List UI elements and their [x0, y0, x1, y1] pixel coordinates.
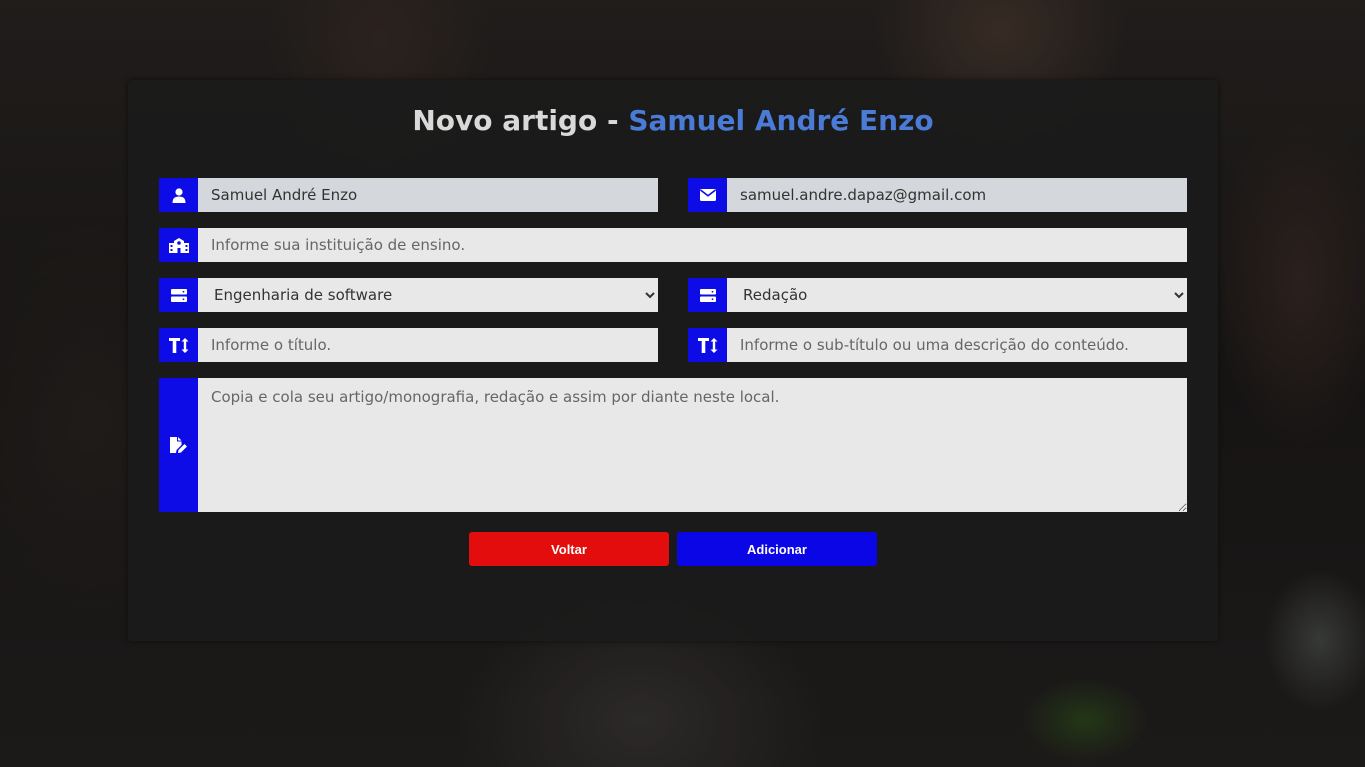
institution-input[interactable]	[198, 228, 1187, 262]
text-height-icon	[688, 328, 727, 362]
title-prefix: Novo artigo -	[412, 104, 629, 137]
email-field-group	[688, 178, 1187, 212]
server-icon	[159, 278, 198, 312]
back-button[interactable]: Voltar	[469, 532, 669, 566]
title-author-name: Samuel André Enzo	[628, 104, 934, 137]
article-form-card: Novo artigo - Samuel André Enzo Engenhar…	[128, 80, 1218, 641]
institution-field-group	[159, 228, 1187, 262]
server-icon	[688, 278, 727, 312]
area-select[interactable]: Engenharia de software	[198, 278, 658, 312]
type-field-group: Redação	[688, 278, 1187, 312]
email-input[interactable]	[727, 178, 1187, 212]
envelope-icon	[688, 178, 727, 212]
add-button[interactable]: Adicionar	[677, 532, 877, 566]
subtitle-field-group	[688, 328, 1187, 362]
title-input[interactable]	[198, 328, 658, 362]
school-icon	[159, 228, 198, 262]
file-edit-icon	[159, 378, 198, 512]
subtitle-input[interactable]	[727, 328, 1187, 362]
content-textarea[interactable]	[198, 378, 1187, 512]
type-select[interactable]: Redação	[727, 278, 1187, 312]
name-field-group	[159, 178, 658, 212]
text-height-icon	[159, 328, 198, 362]
title-field-group	[159, 328, 658, 362]
area-field-group: Engenharia de software	[159, 278, 658, 312]
name-input[interactable]	[198, 178, 658, 212]
page-title: Novo artigo - Samuel André Enzo	[128, 104, 1218, 137]
user-icon	[159, 178, 198, 212]
content-field-group	[159, 378, 1187, 512]
